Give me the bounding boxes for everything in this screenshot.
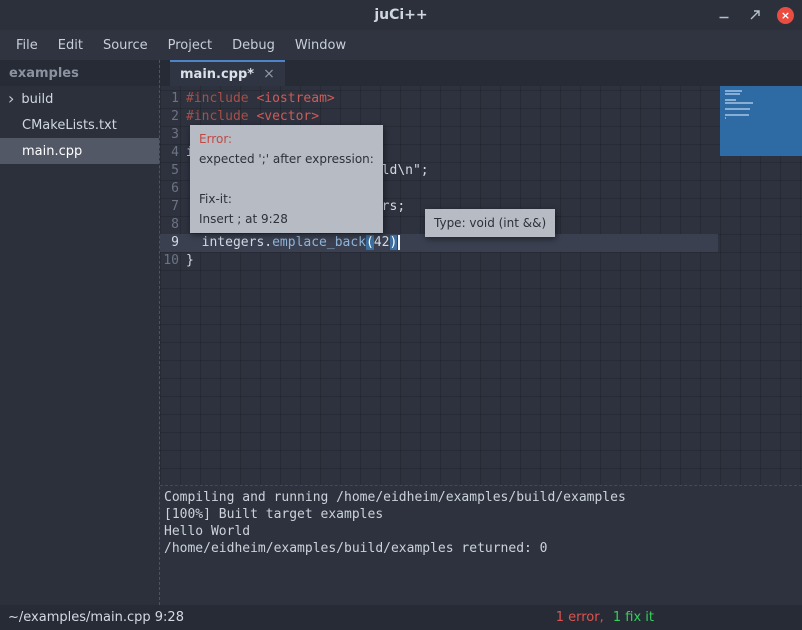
type-tooltip: Type: void (int &&) [425, 209, 555, 237]
menubar: FileEditSourceProjectDebugWindow [0, 30, 802, 60]
code-line-10[interactable]: 10} [160, 252, 718, 270]
tree-item-label: CMakeLists.txt [22, 118, 117, 133]
overview-map-slider[interactable] [720, 86, 802, 156]
fixit-title: Fix-it: [199, 189, 374, 209]
map-code-line [725, 99, 736, 101]
error-tooltip-spacer [199, 169, 374, 189]
titlebar[interactable]: juCi++ × [0, 0, 802, 30]
file-tree-panel: examples › build CMakeLists.txt main.cpp [0, 60, 160, 605]
chevron-right-icon[interactable]: › [8, 91, 14, 107]
error-tooltip: Error: expected ';' after expression: Fi… [190, 125, 383, 233]
line-number: 6 [160, 180, 186, 198]
tree-item-label: main.cpp [22, 144, 82, 159]
code-editor[interactable]: 1#include <iostream>2#include <vector>34… [160, 86, 802, 485]
tab-label: main.cpp* [180, 67, 254, 82]
project-name: examples [0, 60, 159, 86]
error-tooltip-title: Error: [199, 129, 374, 149]
map-code-line [725, 102, 753, 104]
line-number: 7 [160, 198, 186, 216]
code-text: integers.emplace_back(42) [186, 234, 400, 252]
status-bar: ~/examples/main.cpp 9:28 1 error, 1 fix … [0, 605, 802, 630]
minimize-button[interactable] [715, 6, 733, 24]
sidebar-item-cmakelists-txt[interactable]: CMakeLists.txt [0, 112, 159, 138]
map-code-line [725, 108, 750, 110]
terminal-line: /home/eidheim/examples/build/examples re… [164, 540, 802, 557]
tab-bar: main.cpp* × [160, 60, 802, 86]
code-text: #include <vector> [186, 108, 319, 126]
maximize-icon [749, 9, 761, 21]
menu-source[interactable]: Source [93, 34, 158, 57]
map-code-line [725, 93, 740, 95]
map-code-line [725, 90, 742, 92]
code-text: } [186, 252, 194, 270]
map-code-line [725, 117, 726, 119]
sidebar-item-main-cpp[interactable]: main.cpp [0, 138, 159, 164]
status-diagnostics: 1 error, 1 fix it [556, 610, 654, 625]
line-number: 8 [160, 216, 186, 234]
terminal-line: [100%] Built target examples [164, 506, 802, 523]
close-icon: × [781, 10, 790, 21]
menu-file[interactable]: File [6, 34, 48, 57]
build-output[interactable]: Compiling and running /home/eidheim/exam… [160, 485, 802, 605]
tab-close-icon[interactable]: × [263, 66, 275, 82]
menu-edit[interactable]: Edit [48, 34, 93, 57]
line-number: 4 [160, 144, 186, 162]
maximize-button[interactable] [746, 6, 764, 24]
close-button[interactable]: × [777, 7, 794, 24]
line-number: 3 [160, 126, 186, 144]
fixit-text: Insert ; at 9:28 [199, 209, 374, 229]
error-tooltip-message: expected ';' after expression: [199, 149, 374, 169]
code-text: #include <iostream> [186, 90, 335, 108]
line-number: 10 [160, 252, 186, 270]
code-line-2[interactable]: 2#include <vector> [160, 108, 718, 126]
window-title: juCi++ [374, 7, 427, 23]
menu-project[interactable]: Project [158, 34, 222, 57]
minimize-icon [718, 9, 730, 21]
line-number: 5 [160, 162, 186, 180]
file-tree: › build CMakeLists.txt main.cpp [0, 86, 159, 164]
tree-item-label: build [21, 92, 53, 107]
menu-window[interactable]: Window [285, 34, 356, 57]
map-code-line [725, 114, 749, 116]
sidebar-item-build[interactable]: › build [0, 86, 159, 112]
text-cursor [398, 235, 400, 250]
content-area: examples › build CMakeLists.txt main.cpp ma… [0, 60, 802, 605]
line-number: 2 [160, 108, 186, 126]
code-line-1[interactable]: 1#include <iostream> [160, 90, 718, 108]
editor-pane: main.cpp* × 1#include <iostream>2#include… [160, 60, 802, 605]
overview-map[interactable] [720, 86, 802, 485]
tab-main-cpp-[interactable]: main.cpp* × [170, 60, 285, 86]
menu-debug[interactable]: Debug [222, 34, 285, 57]
terminal-line: Compiling and running /home/eidheim/exam… [164, 489, 802, 506]
status-file-position: ~/examples/main.cpp 9:28 [8, 610, 184, 625]
window-controls: × [715, 0, 794, 30]
terminal-line: Hello World [164, 523, 802, 540]
line-number: 1 [160, 90, 186, 108]
status-error-count: 1 error, [556, 610, 604, 625]
status-fixit-count: 1 fix it [613, 610, 654, 625]
line-number: 9 [160, 234, 186, 252]
juci-window: juCi++ × FileEditSourceProjectDebugWindo… [0, 0, 802, 630]
